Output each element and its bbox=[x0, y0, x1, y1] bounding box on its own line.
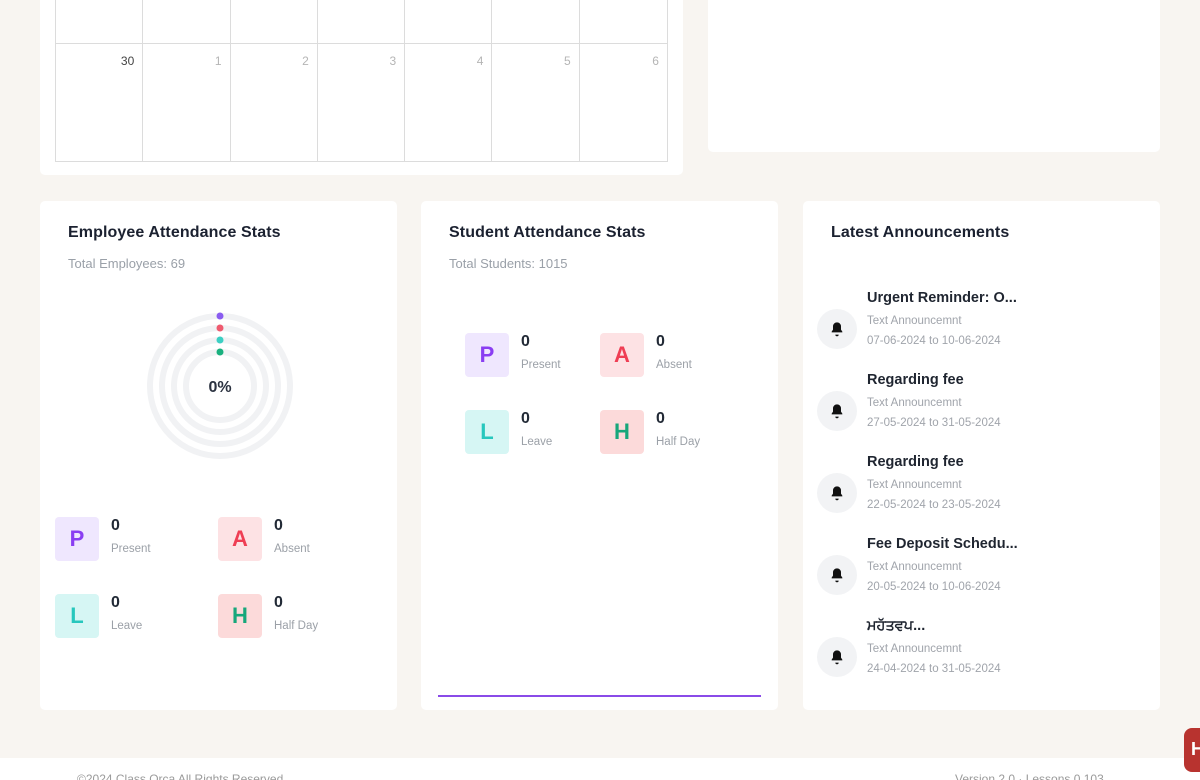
calendar-day-number: 3 bbox=[389, 54, 397, 68]
calendar-card: 30 1 2 3 4 5 6 bbox=[40, 0, 683, 175]
announcement-item[interactable]: Regarding fee Text Announcemnt 27-05-202… bbox=[817, 372, 1147, 442]
announcement-item[interactable]: Fee Deposit Schedu... Text Announcemnt 2… bbox=[817, 536, 1147, 606]
calendar-day-number: 4 bbox=[476, 54, 484, 68]
present-label: Present bbox=[111, 543, 151, 555]
announcement-title[interactable]: ਮਹੱਤਵਪ... bbox=[867, 618, 925, 634]
calendar-day-number: 1 bbox=[214, 54, 222, 68]
calendar-day-number: 5 bbox=[564, 54, 571, 68]
announcement-title[interactable]: Regarding fee bbox=[867, 372, 964, 388]
present-count: 0 bbox=[521, 333, 530, 350]
calendar-grid: 30 1 2 3 4 5 6 bbox=[55, 0, 668, 162]
half-day-label: Half Day bbox=[274, 620, 319, 632]
calendar-cell[interactable]: 5 bbox=[492, 44, 580, 162]
present-badge: P bbox=[465, 333, 509, 377]
announcement-title[interactable]: Fee Deposit Schedu... bbox=[867, 536, 1018, 552]
bell-icon bbox=[817, 473, 857, 513]
announcement-date-range: 07-06-2024 to 10-06-2024 bbox=[867, 335, 1001, 347]
calendar-day-number: 30 bbox=[120, 54, 135, 68]
absent-badge: A bbox=[218, 517, 262, 561]
footer-version: Version 2.0 · Lessons 0.103 bbox=[955, 772, 1104, 780]
employee-half-day-stat: H 0 Half Day bbox=[218, 594, 368, 640]
total-employees: Total Employees: 69 bbox=[68, 256, 186, 271]
half-day-count: 0 bbox=[274, 594, 283, 611]
half-day-series-dot bbox=[216, 348, 224, 356]
present-series-dot bbox=[216, 312, 224, 320]
announcements-title: Latest Announcements bbox=[831, 224, 1010, 241]
student-attendance-card: Student Attendance Stats Total Students:… bbox=[421, 201, 778, 710]
half-day-count: 0 bbox=[656, 410, 665, 427]
student-card-accent-line bbox=[438, 695, 761, 697]
present-badge: P bbox=[55, 517, 99, 561]
calendar-cell[interactable] bbox=[317, 0, 406, 44]
student-card-title: Student Attendance Stats bbox=[449, 224, 646, 241]
calendar-cell[interactable]: 1 bbox=[143, 44, 231, 162]
employee-absent-stat: A 0 Absent bbox=[218, 517, 368, 563]
calendar-cell[interactable]: 30 bbox=[56, 44, 144, 162]
announcement-type: Text Announcemnt bbox=[867, 479, 962, 491]
announcement-item[interactable]: Regarding fee Text Announcemnt 22-05-202… bbox=[817, 454, 1147, 524]
bell-icon bbox=[817, 637, 857, 677]
calendar-cell[interactable] bbox=[56, 0, 144, 44]
student-present-stat: P 0 Present bbox=[465, 333, 615, 379]
leave-series-dot bbox=[216, 336, 224, 344]
calendar-cell[interactable]: 2 bbox=[231, 44, 318, 162]
absent-series-dot bbox=[216, 324, 224, 332]
announcement-date-range: 20-05-2024 to 10-06-2024 bbox=[867, 581, 1001, 593]
absent-badge: A bbox=[600, 333, 644, 377]
employee-attendance-card: Employee Attendance Stats Total Employee… bbox=[40, 201, 397, 710]
absent-count: 0 bbox=[274, 517, 283, 534]
announcement-title[interactable]: Regarding fee bbox=[867, 454, 964, 470]
leave-label: Leave bbox=[521, 436, 553, 448]
half-day-badge: H bbox=[218, 594, 262, 638]
half-day-label: Half Day bbox=[656, 436, 701, 448]
student-absent-stat: A 0 Absent bbox=[600, 333, 750, 379]
announcements-card: Latest Announcements Urgent Reminder: O.… bbox=[803, 201, 1160, 710]
calendar-day-number: 2 bbox=[302, 54, 309, 68]
absent-count: 0 bbox=[656, 333, 665, 350]
announcement-date-range: 27-05-2024 to 31-05-2024 bbox=[867, 417, 1001, 429]
announcement-item[interactable]: Urgent Reminder: O... Text Announcemnt 0… bbox=[817, 290, 1147, 360]
present-count: 0 bbox=[111, 517, 120, 534]
side-panel-card bbox=[708, 0, 1160, 152]
bell-icon bbox=[817, 555, 857, 595]
announcement-item[interactable]: ਮਹੱਤਵਪ... Text Announcemnt 24-04-2024 to… bbox=[817, 618, 1147, 688]
calendar-cell[interactable] bbox=[579, 0, 667, 44]
attendance-percentage: 0% bbox=[208, 379, 232, 396]
announcement-date-range: 24-04-2024 to 31-05-2024 bbox=[867, 663, 1001, 675]
help-widget-button[interactable]: H bbox=[1184, 728, 1200, 772]
employee-card-title: Employee Attendance Stats bbox=[68, 224, 281, 241]
student-leave-stat: L 0 Leave bbox=[465, 410, 615, 456]
leave-count: 0 bbox=[521, 410, 530, 427]
leave-count: 0 bbox=[111, 594, 120, 611]
employee-present-stat: P 0 Present bbox=[55, 517, 205, 563]
employee-leave-stat: L 0 Leave bbox=[55, 594, 205, 640]
announcement-type: Text Announcemnt bbox=[867, 561, 962, 573]
calendar-cell[interactable] bbox=[405, 0, 493, 44]
absent-label: Absent bbox=[274, 543, 310, 555]
leave-badge: L bbox=[465, 410, 509, 454]
footer: ©2024 Class Orca All Rights Reserved Ver… bbox=[0, 758, 1200, 780]
total-students: Total Students: 1015 bbox=[449, 256, 568, 271]
student-half-day-stat: H 0 Half Day bbox=[600, 410, 750, 456]
leave-badge: L bbox=[55, 594, 99, 638]
calendar-cell[interactable]: 3 bbox=[318, 44, 406, 162]
leave-label: Leave bbox=[111, 620, 143, 632]
half-day-badge: H bbox=[600, 410, 644, 454]
absent-label: Absent bbox=[656, 359, 692, 371]
calendar-cell[interactable] bbox=[230, 0, 318, 44]
announcement-type: Text Announcemnt bbox=[867, 315, 962, 327]
announcement-date-range: 22-05-2024 to 23-05-2024 bbox=[867, 499, 1001, 511]
calendar-cell[interactable] bbox=[143, 0, 231, 44]
announcement-title[interactable]: Urgent Reminder: O... bbox=[867, 290, 1017, 306]
footer-copyright: ©2024 Class Orca All Rights Reserved bbox=[77, 772, 284, 780]
bell-icon bbox=[817, 309, 857, 349]
announcement-type: Text Announcemnt bbox=[867, 643, 962, 655]
bell-icon bbox=[817, 391, 857, 431]
calendar-cell[interactable]: 6 bbox=[580, 44, 667, 162]
calendar-cell[interactable] bbox=[492, 0, 580, 44]
announcement-type: Text Announcemnt bbox=[867, 397, 962, 409]
calendar-day-number: 6 bbox=[652, 54, 659, 68]
calendar-cell[interactable]: 4 bbox=[405, 44, 493, 162]
present-label: Present bbox=[521, 359, 561, 371]
